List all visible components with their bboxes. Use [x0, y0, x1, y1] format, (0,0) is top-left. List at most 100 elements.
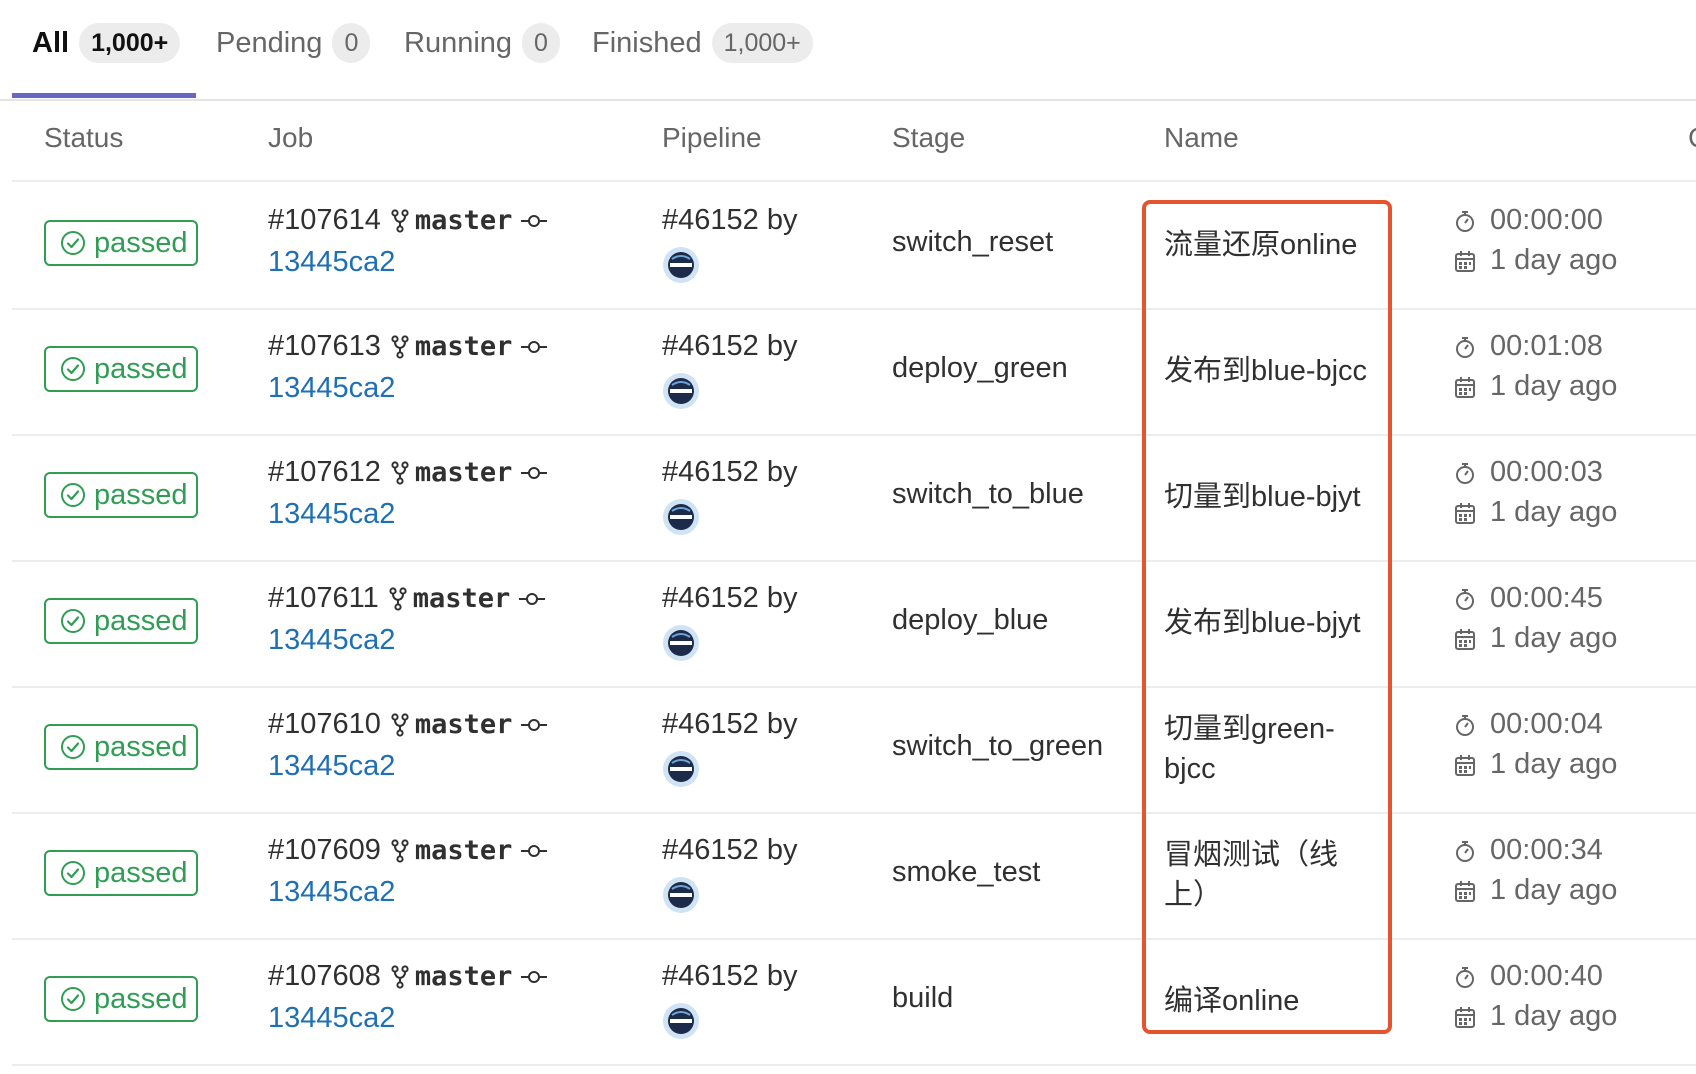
branch-name-link[interactable]: master — [415, 709, 513, 740]
tab-count-badge: 1,000+ — [79, 23, 181, 63]
commit-sha-link[interactable]: 13445ca2 — [268, 876, 395, 909]
status-label: passed — [94, 856, 188, 889]
job-info: #107612 master — [268, 456, 548, 489]
finished-ago-value: 1 day ago — [1490, 370, 1618, 402]
job-duration: 00:00:34 — [1454, 834, 1603, 867]
check-circle-icon — [60, 986, 86, 1012]
status-badge[interactable]: passed — [44, 724, 198, 770]
pipeline-link[interactable]: #46152 by — [662, 708, 797, 741]
job-id-link[interactable]: #107612 — [268, 456, 381, 489]
branch-name-link[interactable]: master — [413, 583, 511, 614]
stage-label: smoke_test — [892, 856, 1041, 888]
commit-icon — [520, 969, 548, 985]
calendar-icon — [1455, 502, 1475, 524]
duration-value: 00:00:04 — [1490, 708, 1603, 740]
tab-all[interactable]: All 1,000+ — [32, 18, 181, 68]
pipeline-link[interactable]: #46152 by — [662, 582, 797, 615]
branch-name-link[interactable]: master — [415, 835, 513, 866]
job-info: #107614 master — [268, 204, 548, 237]
status-badge[interactable]: passed — [44, 598, 198, 644]
status-badge[interactable]: passed — [44, 346, 198, 392]
job-duration: 00:00:00 — [1454, 204, 1603, 237]
status-badge[interactable]: passed — [44, 220, 198, 266]
job-finished-time: 1 day ago — [1454, 874, 1617, 907]
tab-pending[interactable]: Pending 0 — [216, 18, 371, 68]
check-circle-icon — [60, 860, 86, 886]
check-circle-icon — [60, 482, 86, 508]
avatar[interactable] — [662, 750, 700, 788]
pipeline-link[interactable]: #46152 by — [662, 456, 797, 489]
commit-sha-link[interactable]: 13445ca2 — [268, 1002, 395, 1035]
column-header-name: Name — [1164, 122, 1239, 153]
stopwatch-icon — [1456, 588, 1474, 610]
duration-value: 00:00:00 — [1490, 204, 1603, 236]
job-info: #107611 master — [268, 582, 546, 615]
duration-value: 00:00:45 — [1490, 582, 1603, 614]
status-label: passed — [94, 352, 188, 385]
tab-count-badge: 0 — [522, 23, 560, 63]
column-header-cut-off: C — [1688, 122, 1696, 154]
job-id-link[interactable]: #107614 — [268, 204, 381, 237]
fork-icon — [389, 586, 407, 611]
pipeline-link[interactable]: #46152 by — [662, 330, 797, 363]
stage-label: build — [892, 982, 954, 1014]
pipeline-link[interactable]: #46152 by — [662, 960, 797, 993]
tab-running[interactable]: Running 0 — [404, 18, 560, 68]
check-circle-icon — [60, 608, 86, 634]
job-duration: 00:00:04 — [1454, 708, 1603, 741]
job-id-link[interactable]: #107611 — [268, 582, 379, 615]
duration-value: 00:00:34 — [1490, 834, 1603, 866]
avatar[interactable] — [662, 246, 700, 284]
status-badge[interactable]: passed — [44, 976, 198, 1022]
branch-name-link[interactable]: master — [415, 205, 513, 236]
job-id-link[interactable]: #107608 — [268, 960, 381, 993]
table-row: passed #107612 master 13445ca2 #46152 by… — [12, 434, 1696, 562]
job-id-link[interactable]: #107613 — [268, 330, 381, 363]
stopwatch-icon — [1456, 840, 1474, 862]
tab-label: Running — [404, 26, 513, 59]
job-info: #107609 master — [268, 834, 548, 867]
tab-finished[interactable]: Finished 1,000+ — [592, 18, 813, 68]
status-label: passed — [94, 730, 188, 763]
commit-sha-link[interactable]: 13445ca2 — [268, 498, 395, 531]
commit-sha-link[interactable]: 13445ca2 — [268, 750, 395, 783]
commit-sha-link[interactable]: 13445ca2 — [268, 624, 395, 657]
branch-name-link[interactable]: master — [415, 331, 513, 362]
stopwatch-icon — [1456, 966, 1474, 988]
stopwatch-icon — [1456, 462, 1474, 484]
fork-icon — [391, 712, 409, 737]
stage-label: switch_reset — [892, 226, 1054, 258]
avatar[interactable] — [662, 1002, 700, 1040]
status-badge[interactable]: passed — [44, 472, 198, 518]
job-duration: 00:00:03 — [1454, 456, 1603, 489]
avatar[interactable] — [662, 498, 700, 536]
duration-value: 00:00:40 — [1490, 960, 1603, 992]
avatar[interactable] — [662, 876, 700, 914]
table-row: passed #107608 master 13445ca2 #46152 by… — [12, 938, 1696, 1066]
branch-name-link[interactable]: master — [415, 961, 513, 992]
stage-label: switch_to_green — [892, 730, 1104, 762]
branch-name-link[interactable]: master — [415, 457, 513, 488]
calendar-icon — [1455, 250, 1475, 272]
calendar-icon — [1455, 880, 1475, 902]
status-badge[interactable]: passed — [44, 850, 198, 896]
name-column-highlight — [1142, 200, 1392, 1034]
commit-icon — [520, 339, 548, 355]
avatar[interactable] — [662, 372, 700, 410]
commit-sha-link[interactable]: 13445ca2 — [268, 372, 395, 405]
job-id-link[interactable]: #107610 — [268, 708, 381, 741]
avatar[interactable] — [662, 624, 700, 662]
status-label: passed — [94, 226, 188, 259]
job-id-link[interactable]: #107609 — [268, 834, 381, 867]
job-duration: 00:00:40 — [1454, 960, 1603, 993]
status-label: passed — [94, 604, 188, 637]
job-finished-time: 1 day ago — [1454, 748, 1617, 781]
commit-icon — [520, 465, 548, 481]
pipeline-link[interactable]: #46152 by — [662, 204, 797, 237]
commit-sha-link[interactable]: 13445ca2 — [268, 246, 395, 279]
tab-label: All — [32, 26, 70, 59]
duration-value: 00:01:08 — [1490, 330, 1603, 362]
pipeline-link[interactable]: #46152 by — [662, 834, 797, 867]
stopwatch-icon — [1456, 210, 1474, 232]
calendar-icon — [1455, 754, 1475, 776]
